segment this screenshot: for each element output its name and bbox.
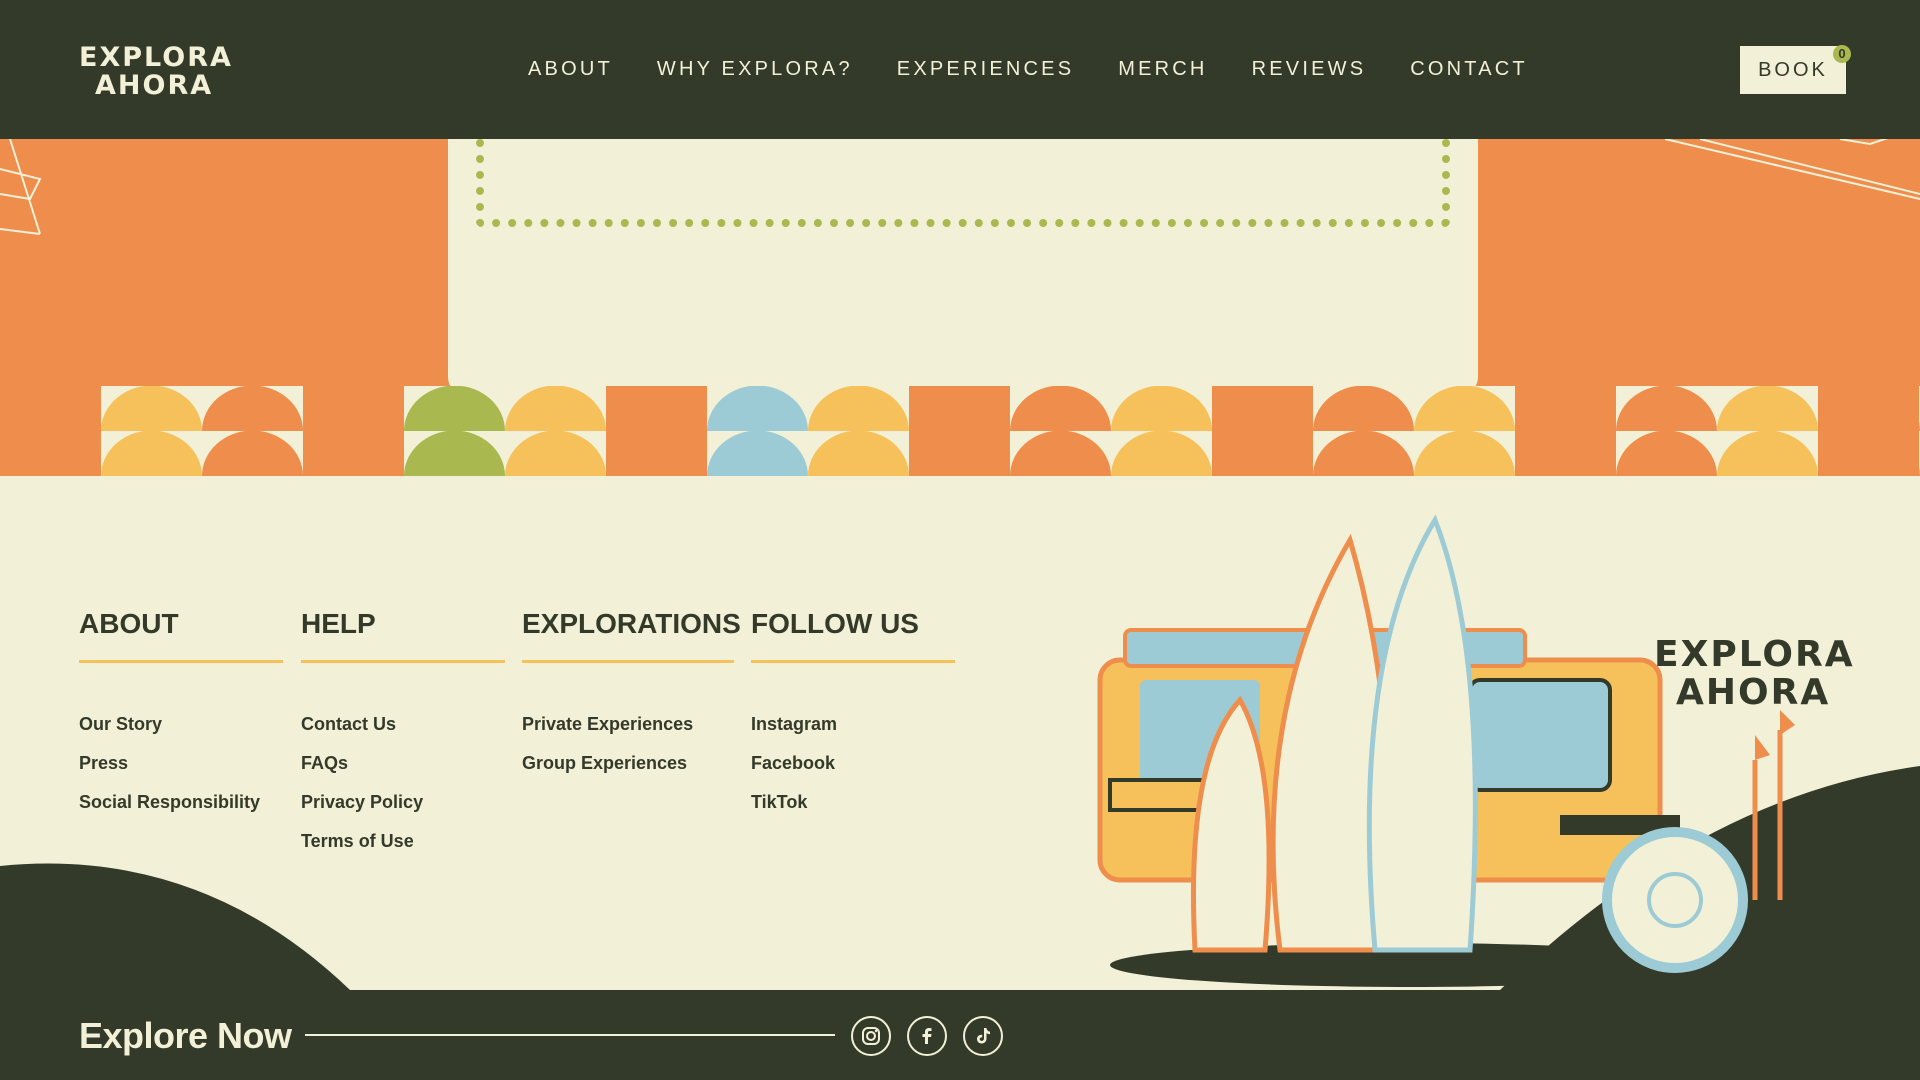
cart-count-badge: 0 [1833, 45, 1851, 63]
footer-link-contact-us[interactable]: Contact Us [301, 713, 505, 735]
site-header: EXPLORA AHORA ABOUT WHY EXPLORA? EXPERIE… [0, 0, 1920, 139]
footer-col-title: ABOUT [79, 608, 283, 663]
footer-link-terms-of-use[interactable]: Terms of Use [301, 830, 505, 852]
footer-col-explorations: EXPLORATIONS Private Experiences Group E… [522, 608, 741, 791]
logo-line1: EXPLORA [79, 42, 233, 73]
nav-contact[interactable]: CONTACT [1410, 56, 1528, 82]
footer-col-follow-us: FOLLOW US Instagram Facebook TikTok [751, 608, 955, 830]
footer-logo[interactable]: EXPLORA AHORA [1654, 636, 1855, 712]
footer-link-faqs[interactable]: FAQs [301, 752, 505, 774]
header-logo[interactable]: EXPLORA AHORA [79, 44, 233, 100]
dotted-border [476, 139, 1450, 227]
instagram-icon[interactable] [851, 1016, 891, 1056]
footer-link-group-experiences[interactable]: Group Experiences [522, 752, 734, 774]
nav-reviews[interactable]: REVIEWS [1252, 56, 1367, 82]
tiktok-icon[interactable] [963, 1016, 1003, 1056]
facebook-icon[interactable] [907, 1016, 947, 1056]
explore-divider [305, 1034, 835, 1036]
footer-link-press[interactable]: Press [79, 752, 283, 774]
nav-why-explora[interactable]: WHY EXPLORA? [657, 56, 853, 82]
book-button[interactable]: BOOK [1740, 46, 1846, 94]
nav-experiences[interactable]: EXPERIENCES [897, 56, 1074, 82]
footer-link-our-story[interactable]: Our Story [79, 713, 283, 735]
footer-link-tiktok[interactable]: TikTok [751, 791, 955, 813]
geometric-pattern [0, 386, 1920, 476]
explore-now-heading[interactable]: Explore Now [79, 1015, 292, 1057]
footer-link-facebook[interactable]: Facebook [751, 752, 955, 774]
footer-link-instagram[interactable]: Instagram [751, 713, 955, 735]
footer-col-title: EXPLORATIONS [522, 608, 741, 663]
footer-logo-line1: EXPLORA [1654, 634, 1855, 675]
footer-col-title: HELP [301, 608, 505, 663]
footer-col-about: ABOUT Our Story Press Social Responsibil… [79, 608, 283, 830]
logo-line2: AHORA [95, 70, 214, 101]
footer-col-help: HELP Contact Us FAQs Privacy Policy Term… [301, 608, 505, 869]
pattern-svg [0, 386, 1920, 476]
footer-link-private-experiences[interactable]: Private Experiences [522, 713, 734, 735]
main-nav: ABOUT WHY EXPLORA? EXPERIENCES MERCH REV… [528, 56, 1572, 82]
nav-merch[interactable]: MERCH [1118, 56, 1207, 82]
footer-col-title: FOLLOW US [751, 608, 955, 663]
footer-link-social-responsibility[interactable]: Social Responsibility [79, 791, 283, 813]
jeepney-illustration [1097, 514, 1795, 987]
nav-about[interactable]: ABOUT [528, 56, 613, 82]
footer-link-privacy-policy[interactable]: Privacy Policy [301, 791, 505, 813]
footer-logo-line2: AHORA [1676, 672, 1831, 713]
orange-band [0, 139, 1920, 386]
